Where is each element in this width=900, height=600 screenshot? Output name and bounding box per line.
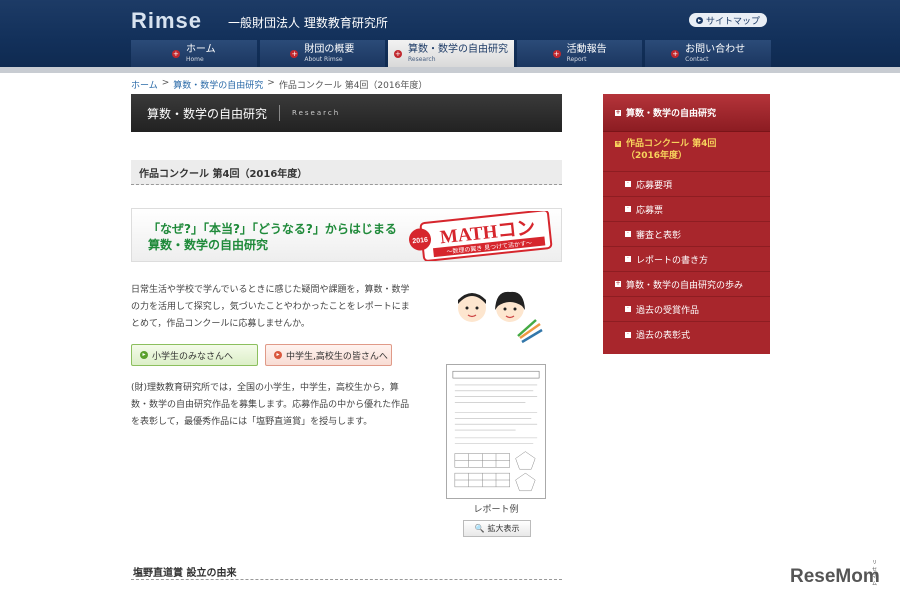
description-text: (財)理数教育研究所では，全国の小学生，中学生，高校生から，算数・数学の自由研究… [131, 383, 410, 427]
nav-research[interactable]: + 算数・数学の自由研究 Research [388, 40, 514, 67]
nav-label: 算数・数学の自由研究 [407, 43, 508, 55]
nav-label: お問い合わせ [685, 43, 746, 55]
plus-icon: + [290, 49, 299, 58]
nav-about[interactable]: + 財団の概要 About Rimse [259, 40, 386, 67]
resemom-watermark: ReseMom リセマム [790, 560, 880, 588]
nav-label-en: Research [407, 55, 436, 63]
sidebar-label: 応募要項 [636, 180, 673, 191]
sitemap-link[interactable]: ▸ サイトマップ [689, 13, 767, 27]
secondary-button[interactable]: ▸ 中学生,高校生の皆さんへ [265, 344, 392, 366]
sidebar-item-report-writing[interactable]: · レポートの書き方 [603, 247, 770, 272]
main-nav: + ホーム Home + 財団の概要 About Rimse + 算数・数学の自由研… [131, 40, 771, 67]
sidebar-label: 過去の表彰式 [636, 331, 691, 341]
nav-label: 財団の概要 [304, 43, 355, 55]
button-label: 小学生のみなさんへ [152, 351, 234, 362]
report-example-thumbnail[interactable] [446, 364, 546, 499]
plus-icon: + [393, 49, 402, 58]
plus-icon: + [615, 280, 621, 287]
section-header: 算数・数学の自由研究 Research [131, 94, 562, 132]
nav-label: 活動報告 [566, 43, 607, 55]
site-header: Rimse 一般財団法人 理数教育研究所 ▸ サイトマップ + ホーム Home … [0, 0, 900, 68]
breadcrumb-sep: > [267, 78, 275, 88]
sidebar-item-entry-form[interactable]: · 応募票 [603, 197, 770, 222]
sidebar-label: 応募票 [636, 205, 664, 216]
plus-icon: + [552, 49, 561, 58]
section-subtitle: Research [292, 109, 341, 117]
sidebar-item-guidelines[interactable]: · 応募要項 [603, 172, 770, 197]
intro-text: 日常生活や学校で学んでいるときに感じた疑問や課題を，算数・数学の力を活用して探究… [131, 285, 410, 329]
arrow-icon: ▸ [274, 351, 282, 359]
bullet-icon: · [625, 206, 631, 212]
breadcrumb-current: 作品コンクール 第4回（2016年度） [278, 81, 428, 91]
nav-home[interactable]: + ホーム Home [131, 40, 257, 67]
nav-label-en: About Rimse [304, 55, 343, 63]
nav-contact[interactable]: + お問い合わせ Contact [645, 40, 771, 67]
watermark-text: ReseMom [790, 566, 880, 587]
page-title: 作品コンクール 第4回（2016年度） [131, 160, 562, 185]
site-logo[interactable]: Rimse [131, 8, 202, 34]
report-caption: レポート例 [473, 505, 519, 515]
bullet-icon: · [625, 256, 631, 262]
nav-report[interactable]: + 活動報告 Report [516, 40, 643, 67]
sidebar-item-judging[interactable]: · 審査と表彰 [603, 222, 770, 247]
sidebar-label: 審査と表彰 [636, 230, 682, 241]
section-heading: 塩野直道賞 設立の由来 [131, 564, 562, 580]
divider [279, 105, 281, 121]
button-label: 中学生,高校生の皆さんへ [286, 351, 388, 362]
banner-line1: 「なぜ?」「本当?」「どうなる?」からはじまる [148, 222, 397, 236]
nav-label-en: Contact [685, 55, 709, 63]
banner-text: 「なぜ?」「本当?」「どうなる?」からはじまる 算数・数学の自由研究 [148, 221, 397, 253]
header-divider [0, 67, 900, 73]
sidebar-label: レポートの書き方 [636, 255, 709, 266]
plus-icon: + [671, 49, 680, 58]
kids-illustration [458, 291, 543, 344]
nav-label-en: Report [566, 55, 587, 63]
zoom-label: 拡大表示 [487, 524, 520, 533]
arrow-icon: ▸ [140, 351, 148, 359]
banner-line2: 算数・数学の自由研究 [148, 238, 269, 252]
sidebar-label: 作品コンクール 第4回 [626, 139, 717, 149]
plus-icon: + [615, 108, 621, 116]
bullet-icon: · [625, 331, 631, 338]
arrow-icon: ▸ [695, 16, 703, 24]
breadcrumb-sep: > [161, 78, 170, 88]
sidebar-nav: + 算数・数学の自由研究 + 作品コンクール 第4回 （2016年度） · 応募要… [603, 94, 770, 354]
breadcrumb-research[interactable]: 算数・数学の自由研究 [173, 78, 263, 91]
bullet-icon: · [625, 181, 631, 187]
nav-label: ホーム [185, 43, 216, 55]
sidebar-label: 算数・数学の自由研究の歩み [626, 280, 744, 291]
section-title: 算数・数学の自由研究 [147, 106, 268, 121]
sidebar-item-history[interactable]: + 算数・数学の自由研究の歩み [603, 272, 770, 297]
sidebar-label: 算数・数学の自由研究 [626, 109, 717, 119]
magnifier-icon: 🔍 [474, 524, 485, 533]
sidebar-item-research[interactable]: + 算数・数学の自由研究 [603, 94, 770, 132]
sitemap-label: サイトマップ [705, 16, 760, 27]
sidebar-item-past-winners[interactable]: · 過去の受賞作品 [603, 297, 770, 322]
nav-label-en: Home [185, 55, 204, 63]
org-name: 一般財団法人 理数教育研究所 [228, 16, 388, 30]
plus-icon: + [171, 49, 180, 58]
sidebar-label: 過去の受賞作品 [636, 305, 700, 316]
plus-icon: + [615, 140, 621, 147]
breadcrumb: ホーム > 算数・数学の自由研究 > 作品コンクール 第4回（2016年度） [131, 78, 427, 91]
elementary-button[interactable]: ▸ 小学生のみなさんへ [131, 344, 258, 366]
sidebar-item-contest[interactable]: + 作品コンクール 第4回 （2016年度） [603, 132, 770, 172]
breadcrumb-home[interactable]: ホーム [131, 78, 158, 91]
sidebar-item-past-ceremonies[interactable]: · 過去の表彰式 [603, 322, 770, 347]
bullet-icon: · [625, 231, 631, 237]
zoom-button[interactable]: 🔍 拡大表示 [463, 520, 531, 537]
math-contest-logo: 2016 MATHコン 〜数理の翼き 見つけて活かす〜 [409, 211, 553, 261]
sidebar-label-year: （2016年度） [626, 151, 688, 161]
bullet-icon: · [625, 306, 631, 312]
watermark-small: リセマム [872, 560, 878, 587]
